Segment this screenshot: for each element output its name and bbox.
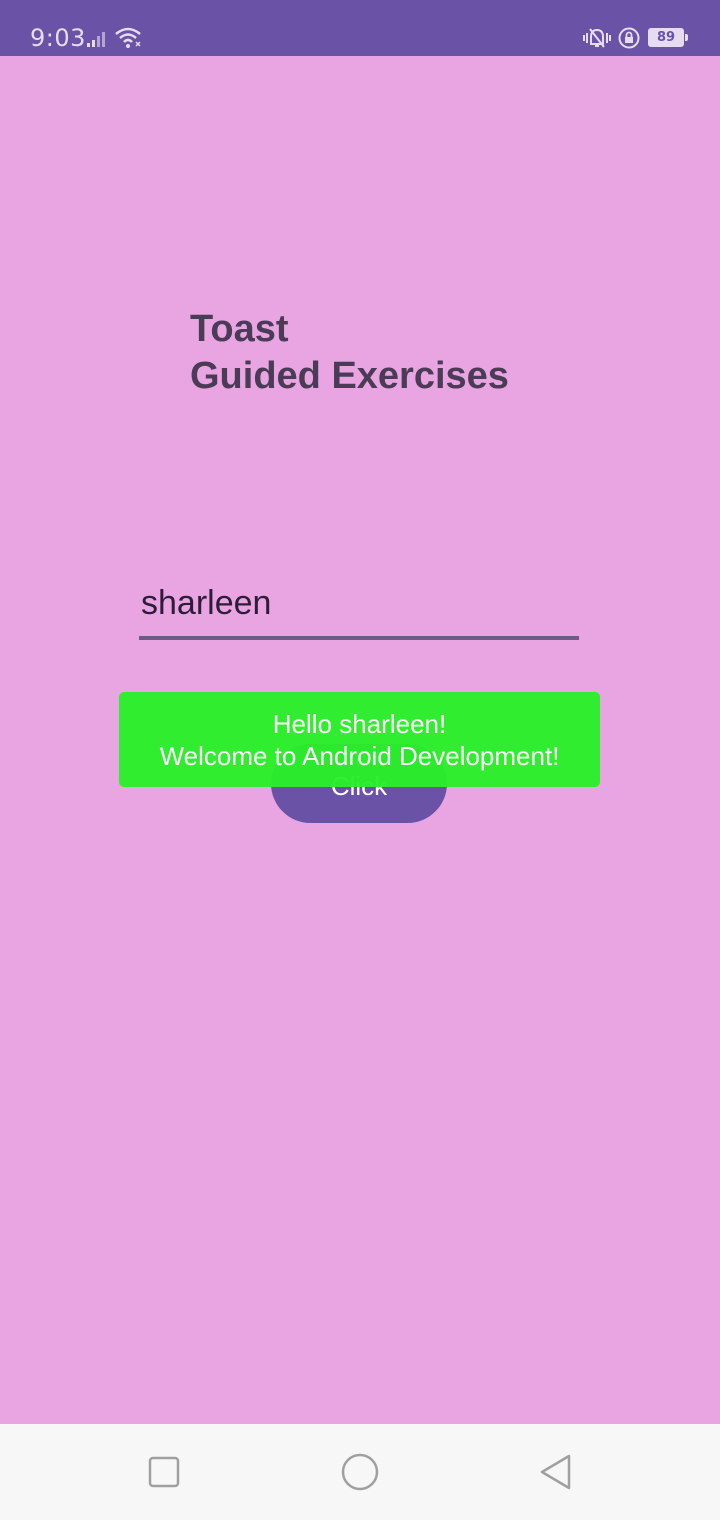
status-bar: 9:03 89: [0, 0, 720, 56]
navigation-bar: [0, 1424, 720, 1520]
rotation-lock-icon: [618, 27, 640, 49]
toast-line-2: Welcome to Android Development!: [159, 741, 560, 771]
name-input[interactable]: [139, 570, 579, 640]
title-line-2: Guided Exercises: [190, 355, 509, 397]
wifi-icon: [115, 27, 141, 48]
vibrate-icon: [583, 28, 611, 48]
status-time: 9:03: [30, 24, 86, 52]
battery-tip: [685, 34, 688, 41]
toast-line-1: Hello sharleen!: [272, 709, 447, 739]
home-icon[interactable]: [340, 1452, 380, 1492]
toast-message: Hello sharleen! Welcome to Android Devel…: [119, 692, 600, 787]
battery-icon: 89: [648, 28, 684, 47]
signal-icon: [87, 32, 105, 47]
back-icon[interactable]: [536, 1452, 576, 1492]
title-line-1: Toast: [190, 308, 289, 350]
recents-icon[interactable]: [146, 1454, 182, 1490]
